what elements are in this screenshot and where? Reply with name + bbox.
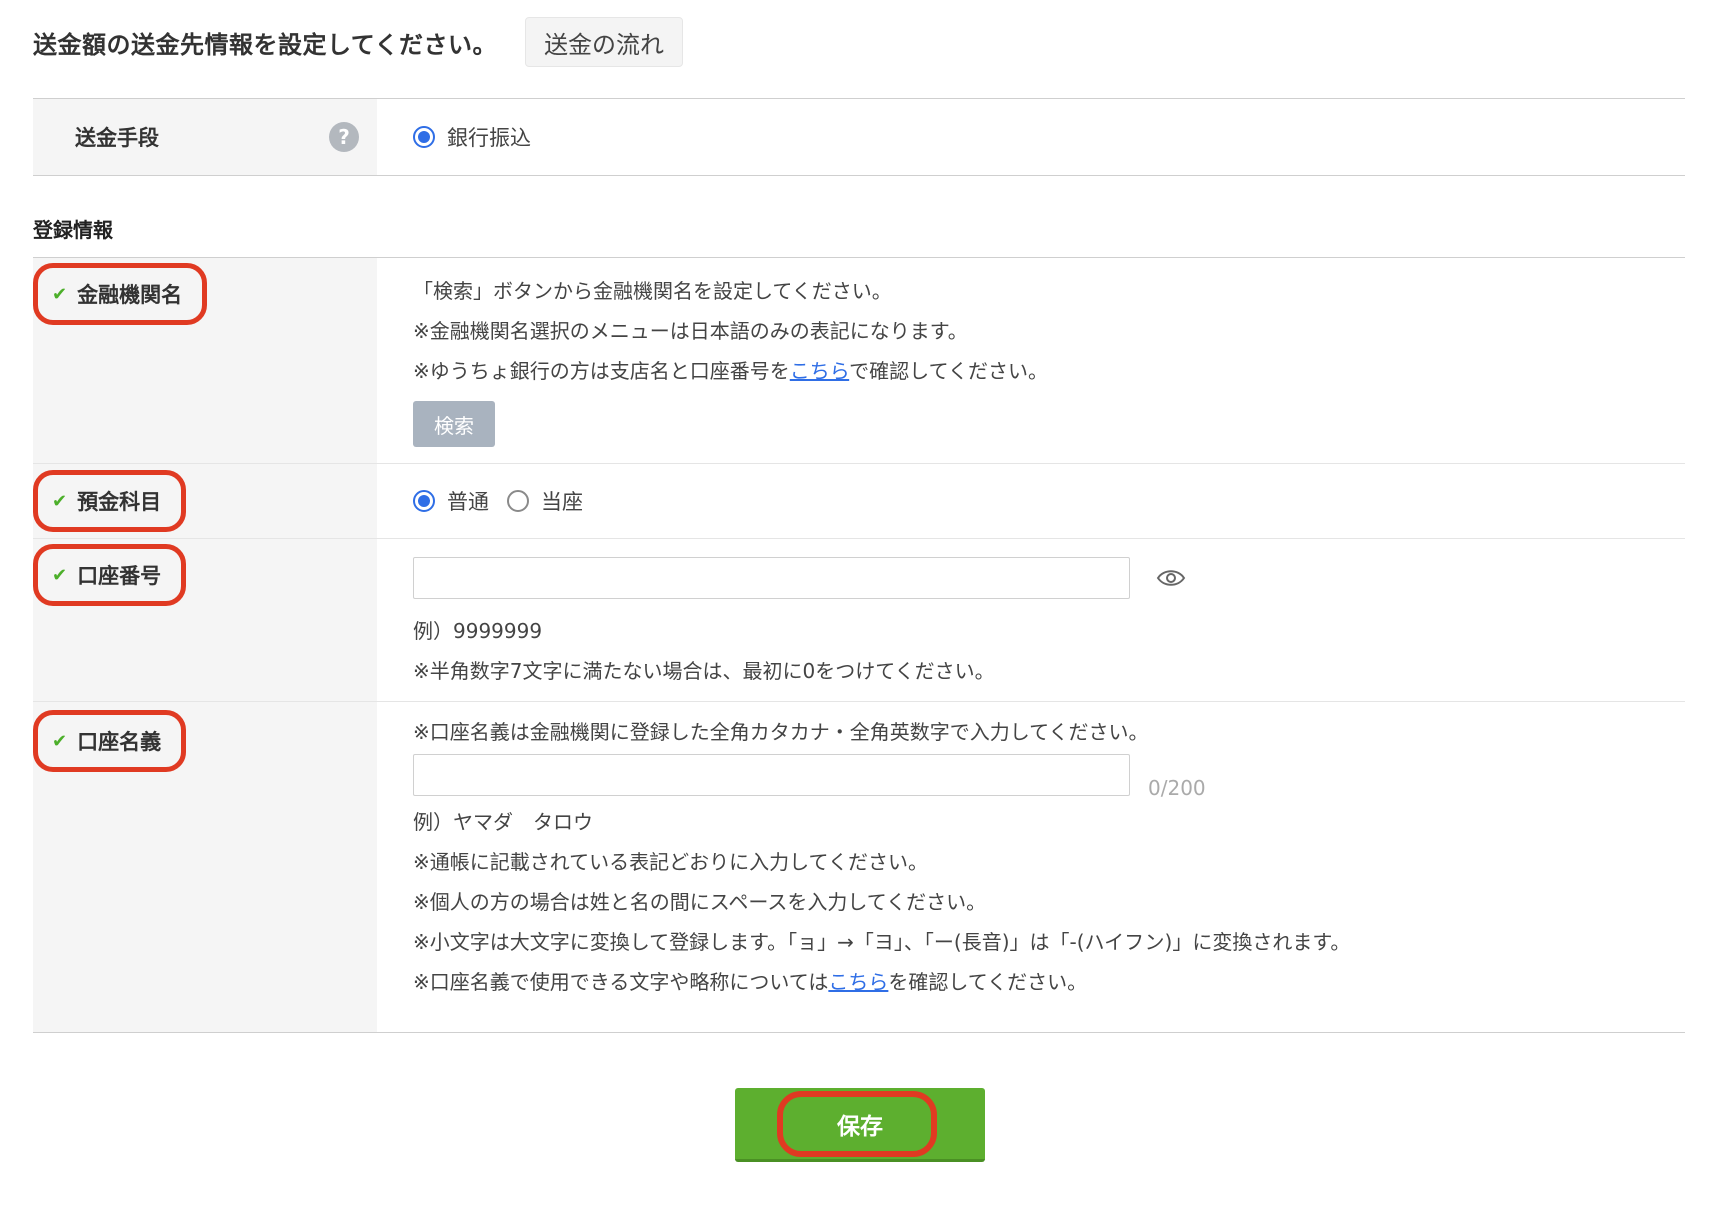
account-holder-note-4-suffix: を確認してください。 (888, 970, 1088, 994)
account-holder-note-4: ※口座名義で使用できる文字や略称についてはこちらを確認してください。 (413, 962, 1685, 1002)
check-icon: ✔ (52, 730, 68, 752)
transfer-method-row: 送金手段 ? 銀行振込 (33, 98, 1685, 176)
account-holder-value: ※口座名義は金融機関に登録した全角カタカナ・全角英数字で入力してください。 0/… (377, 702, 1685, 1032)
registration-table: ✔ 金融機関名 「検索」ボタンから金融機関名を設定してください。 ※金融機関名選… (33, 257, 1685, 1033)
account-holder-note-1: ※通帳に記載されている表記どおりに入力してください。 (413, 850, 928, 874)
page-title: 送金額の送金先情報を設定してください。 (33, 30, 498, 59)
bank-name-row: ✔ 金融機関名 「検索」ボタンから金融機関名を設定してください。 ※金融機関名選… (33, 258, 1685, 464)
account-number-row: ✔ 口座番号 例）9999999 ※半角数字7文字に満たない場合は、最初に0をつ… (33, 539, 1685, 702)
account-holder-label-cell: ✔ 口座名義 (33, 702, 377, 1032)
transfer-method-label-cell: 送金手段 ? (33, 99, 377, 175)
account-holder-label: ✔ 口座名義 (33, 710, 187, 772)
bank-name-label-text: 金融機関名 (77, 283, 183, 307)
account-number-label: ✔ 口座番号 (33, 544, 187, 606)
radio-bank-transfer[interactable]: 銀行振込 (413, 122, 531, 152)
account-number-value: 例）9999999 ※半角数字7文字に満たない場合は、最初に0をつけてください。 (377, 539, 1685, 701)
check-icon: ✔ (52, 283, 68, 305)
radio-current[interactable]: 当座 (507, 486, 583, 516)
account-type-row: ✔ 預金科目 普通 当座 (33, 464, 1685, 539)
check-icon: ✔ (52, 564, 68, 586)
yucho-link[interactable]: こちら (790, 359, 849, 383)
account-number-input-row (413, 557, 1685, 599)
bank-instruction-3-suffix: で確認してください。 (849, 359, 1048, 383)
account-number-note: ※半角数字7文字に満たない場合は、最初に0をつけてください。 (413, 659, 995, 683)
save-button-label: 保存 (837, 1113, 883, 1140)
account-type-label-cell: ✔ 預金科目 (33, 464, 377, 538)
check-icon: ✔ (52, 490, 68, 512)
bank-instruction-2: ※金融機関名選択のメニューは日本語のみの表記になります。 (413, 319, 968, 343)
allowed-characters-link[interactable]: こちら (828, 970, 888, 994)
bank-instruction-3-prefix: ※ゆうちょ銀行の方は支店名と口座番号を (413, 359, 790, 383)
radio-bank-transfer-label: 銀行振込 (447, 126, 531, 150)
transfer-method-label: 送金手段 (75, 126, 159, 150)
account-holder-label-text: 口座名義 (77, 730, 162, 754)
account-number-example: 例）9999999 (413, 619, 543, 643)
radio-ordinary[interactable]: 普通 (413, 486, 489, 516)
account-holder-note-3: ※小文字は大文字に変換して登録します。「ョ」→「ヨ」、「ー(長音)」は「-(ハイ… (413, 930, 1351, 954)
bank-instruction-3: ※ゆうちょ銀行の方は支店名と口座番号をこちらで確認してください。 (413, 351, 1685, 391)
account-holder-example: 例）ヤマダ タロウ (413, 810, 593, 834)
help-icon[interactable]: ? (329, 122, 359, 152)
account-holder-input-row: 0/200 (413, 754, 1685, 800)
radio-checked-icon[interactable] (413, 490, 435, 512)
account-holder-input[interactable] (413, 754, 1130, 796)
account-holder-note-2: ※個人の方の場合は姓と名の間にスペースを入力してください。 (413, 890, 987, 914)
account-holder-intro: ※口座名義は金融機関に登録した全角カタカナ・全角英数字で入力してください。 (413, 720, 1149, 744)
account-holder-note-4-prefix: ※口座名義で使用できる文字や略称については (413, 970, 829, 994)
account-number-input[interactable] (413, 557, 1130, 599)
account-number-label-text: 口座番号 (77, 564, 162, 588)
character-counter: 0/200 (1148, 776, 1206, 800)
eye-icon[interactable] (1156, 568, 1186, 588)
radio-unchecked-icon[interactable] (507, 490, 529, 512)
bank-name-value: 「検索」ボタンから金融機関名を設定してください。 ※金融機関名選択のメニューは日… (377, 258, 1685, 463)
radio-current-label: 当座 (541, 490, 583, 514)
account-type-label-text: 預金科目 (77, 490, 162, 514)
radio-checked-icon[interactable] (413, 126, 435, 148)
search-button[interactable]: 検索 (413, 401, 495, 447)
account-type-value: 普通 当座 (377, 464, 1685, 538)
transfer-flow-button[interactable]: 送金の流れ (525, 17, 684, 67)
bank-name-label-cell: ✔ 金融機関名 (33, 258, 377, 463)
account-type-label: ✔ 預金科目 (33, 470, 187, 532)
account-number-label-cell: ✔ 口座番号 (33, 539, 377, 701)
save-button[interactable]: 保存 (735, 1088, 985, 1162)
bank-instruction-1: 「検索」ボタンから金融機関名を設定してください。 (413, 279, 892, 303)
account-holder-row: ✔ 口座名義 ※口座名義は金融機関に登録した全角カタカナ・全角英数字で入力してく… (33, 702, 1685, 1032)
page-header: 送金額の送金先情報を設定してください。 送金の流れ (33, 16, 684, 68)
bank-name-label: ✔ 金融機関名 (33, 263, 208, 325)
registration-heading: 登録情報 (33, 218, 113, 242)
radio-ordinary-label: 普通 (447, 490, 489, 514)
transfer-method-value: 銀行振込 (377, 99, 1685, 175)
